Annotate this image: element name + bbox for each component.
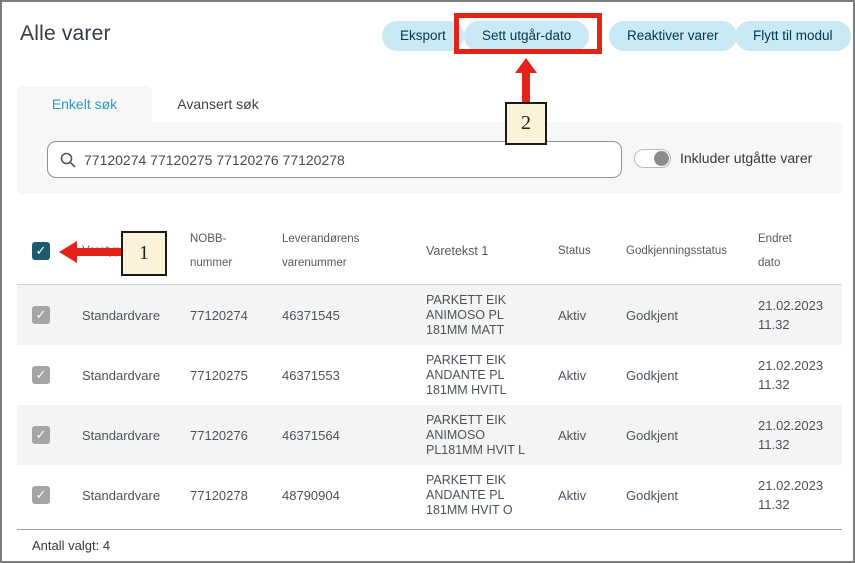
column-header-label: dato (758, 251, 842, 275)
cell-varetekst: PARKETT EIK ANDANTE PL 181MM HVITL (426, 353, 558, 398)
endret-tid: 11.32 (758, 375, 842, 394)
annotation-arrow-1 (76, 248, 122, 256)
export-button[interactable]: Eksport (382, 21, 464, 51)
cell-nobb-nummer: 77120274 (190, 308, 282, 323)
column-header-varetekst[interactable]: Varetekst 1 (426, 239, 558, 263)
cell-leverandorens-varenummer: 46371545 (282, 308, 426, 323)
cell-varetype: Standardvare (82, 368, 190, 383)
column-header-label: Endret (758, 227, 842, 251)
selection-count: Antall valgt: 4 (17, 529, 842, 553)
reactivate-items-button[interactable]: Reaktiver varer (609, 21, 737, 51)
cell-varetekst: PARKETT EIK ANIMOSO PL 181MM MATT (426, 293, 558, 338)
search-icon (60, 152, 76, 168)
column-header-status[interactable]: Status (558, 239, 626, 263)
search-input[interactable] (84, 152, 604, 168)
cell-endret-dato: 21.02.2023 11.32 (758, 416, 842, 454)
cell-endret-dato: 21.02.2023 11.32 (758, 476, 842, 514)
cell-leverandorens-varenummer: 46371553 (282, 368, 426, 383)
endret-tid: 11.32 (758, 435, 842, 454)
column-header-nobb-nummer[interactable]: NOBB- nummer (190, 227, 282, 275)
column-header-label: Godkjenningsstatus (626, 245, 727, 257)
endret-dato: 21.02.2023 (758, 416, 842, 435)
column-header-label: nummer (190, 251, 282, 275)
cell-nobb-nummer: 77120278 (190, 488, 282, 503)
endret-dato: 21.02.2023 (758, 296, 842, 315)
cell-status: Aktiv (558, 368, 626, 383)
search-box[interactable] (47, 141, 622, 178)
endret-tid: 11.32 (758, 495, 842, 514)
table-row[interactable]: ✓ Standardvare 77120278 48790904 PARKETT… (17, 465, 842, 525)
cell-endret-dato: 21.02.2023 11.32 (758, 296, 842, 334)
include-expired-toggle[interactable] (634, 149, 671, 168)
row-checkbox[interactable]: ✓ (32, 306, 50, 324)
cell-varetekst: PARKETT EIK ANDANTE PL 181MM HVIT O (426, 473, 558, 518)
cell-status: Aktiv (558, 308, 626, 323)
app-window: Alle varer Eksport Sett utgår-dato Reakt… (0, 0, 855, 563)
column-header-endret-dato[interactable]: Endret dato (758, 227, 842, 275)
cell-status: Aktiv (558, 488, 626, 503)
column-header-label: varenummer (282, 251, 426, 275)
annotation-step-1: 1 (121, 231, 167, 276)
column-header-label: Status (558, 245, 591, 257)
cell-endret-dato: 21.02.2023 11.32 (758, 356, 842, 394)
table-row[interactable]: ✓ Standardvare 77120274 46371545 PARKETT… (17, 285, 842, 345)
column-header-label: Leverandørens (282, 227, 426, 251)
cell-varetype: Standardvare (82, 428, 190, 443)
annotation-step-2: 2 (505, 102, 547, 145)
cell-godkjenningsstatus: Godkjent (626, 368, 758, 383)
cell-varetype: Standardvare (82, 488, 190, 503)
row-checkbox[interactable]: ✓ (32, 486, 50, 504)
tab-advanced-search[interactable]: Avansert søk (152, 86, 284, 122)
row-checkbox[interactable]: ✓ (32, 366, 50, 384)
table-row[interactable]: ✓ Standardvare 77120275 46371553 PARKETT… (17, 345, 842, 405)
set-expiry-date-button[interactable]: Sett utgår-dato (464, 21, 589, 51)
annotation-arrow-1-head (59, 241, 77, 263)
endret-tid: 11.32 (758, 315, 842, 334)
endret-dato: 21.02.2023 (758, 356, 842, 375)
include-expired-label: Inkluder utgåtte varer (680, 150, 812, 166)
row-checkbox[interactable]: ✓ (32, 426, 50, 444)
cell-varetekst: PARKETT EIK ANIMOSO PL181MM HVIT L (426, 413, 558, 458)
toggle-knob (654, 151, 669, 166)
cell-godkjenningsstatus: Godkjent (626, 308, 758, 323)
column-header-leverandorens-varenummer[interactable]: Leverandørens varenummer (282, 227, 426, 275)
select-all-checkbox[interactable]: ✓ (32, 242, 50, 260)
column-header-label: NOBB- (190, 227, 282, 251)
annotation-arrow-2 (522, 72, 530, 103)
cell-leverandorens-varenummer: 48790904 (282, 488, 426, 503)
cell-varetype: Standardvare (82, 308, 190, 323)
column-header-godkjenningsstatus[interactable]: Godkjenningsstatus (626, 239, 758, 263)
move-to-module-button[interactable]: Flytt til modul (735, 21, 851, 51)
search-panel: Inkluder utgåtte varer (17, 122, 842, 194)
cell-nobb-nummer: 77120275 (190, 368, 282, 383)
cell-nobb-nummer: 77120276 (190, 428, 282, 443)
column-header-label: Varetekst 1 (426, 244, 488, 258)
toolbar: Eksport Sett utgår-dato Reaktiver varer … (2, 21, 855, 51)
cell-godkjenningsstatus: Godkjent (626, 428, 758, 443)
tab-simple-search[interactable]: Enkelt søk (17, 86, 152, 122)
annotation-arrow-2-head (515, 58, 537, 73)
cell-status: Aktiv (558, 428, 626, 443)
cell-godkjenningsstatus: Godkjent (626, 488, 758, 503)
table-row[interactable]: ✓ Standardvare 77120276 46371564 PARKETT… (17, 405, 842, 465)
cell-leverandorens-varenummer: 46371564 (282, 428, 426, 443)
endret-dato: 21.02.2023 (758, 476, 842, 495)
